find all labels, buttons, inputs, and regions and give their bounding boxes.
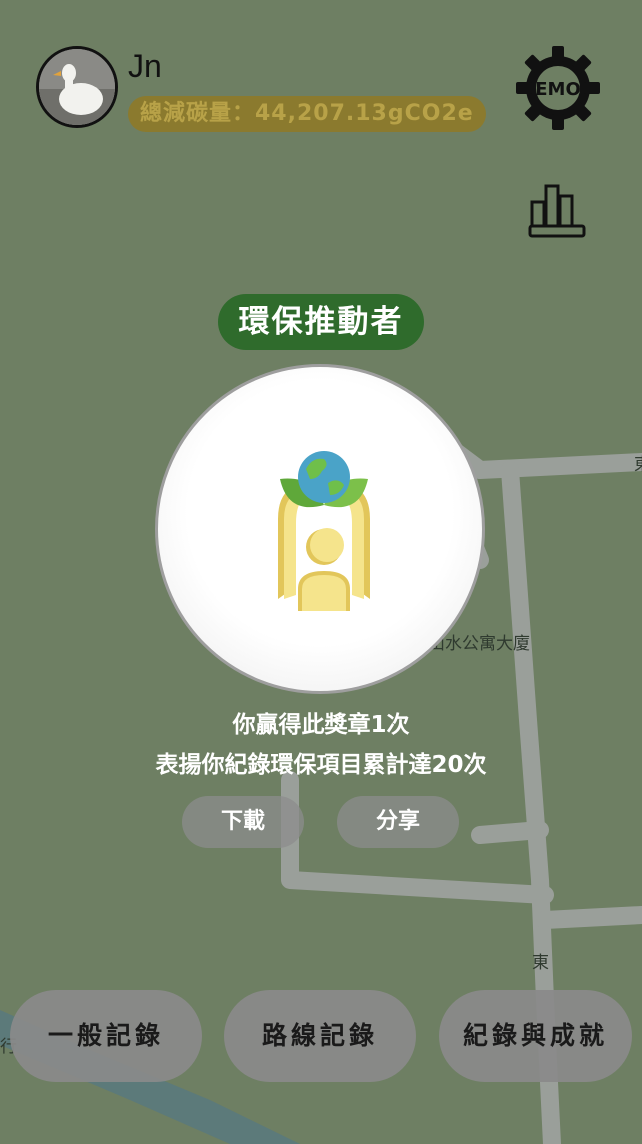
map-road-label: 東 [634,455,642,475]
goose-avatar-icon [39,49,115,125]
bar-chart-icon [528,184,586,238]
avatar[interactable] [36,46,118,128]
total-carbon-badge: 總減碳量：44,207.13gCO2e [128,96,486,132]
badge-medal [155,364,485,694]
eco-promoter-icon [278,451,370,611]
general-record-button[interactable]: 一般記錄 [10,990,202,1082]
badge-earned-text: 你贏得此獎章1次 [232,712,410,738]
share-button[interactable]: 分享 [337,796,459,848]
download-button[interactable]: 下載 [182,796,304,848]
gear-icon: EMO [516,46,600,130]
settings-label: EMO [535,79,581,100]
badge-title: 環保推動者 [218,294,424,350]
badge-description: 表揚你紀錄環保項目累計達20次 [155,752,487,778]
route-record-button[interactable]: 路線記錄 [224,990,416,1082]
statistics-button[interactable] [526,182,588,240]
settings-gear-button[interactable]: EMO [514,44,602,132]
map-road-label: 東 [532,953,549,973]
records-achievements-button[interactable]: 紀錄與成就 [439,990,632,1082]
username: Jn [128,48,162,84]
